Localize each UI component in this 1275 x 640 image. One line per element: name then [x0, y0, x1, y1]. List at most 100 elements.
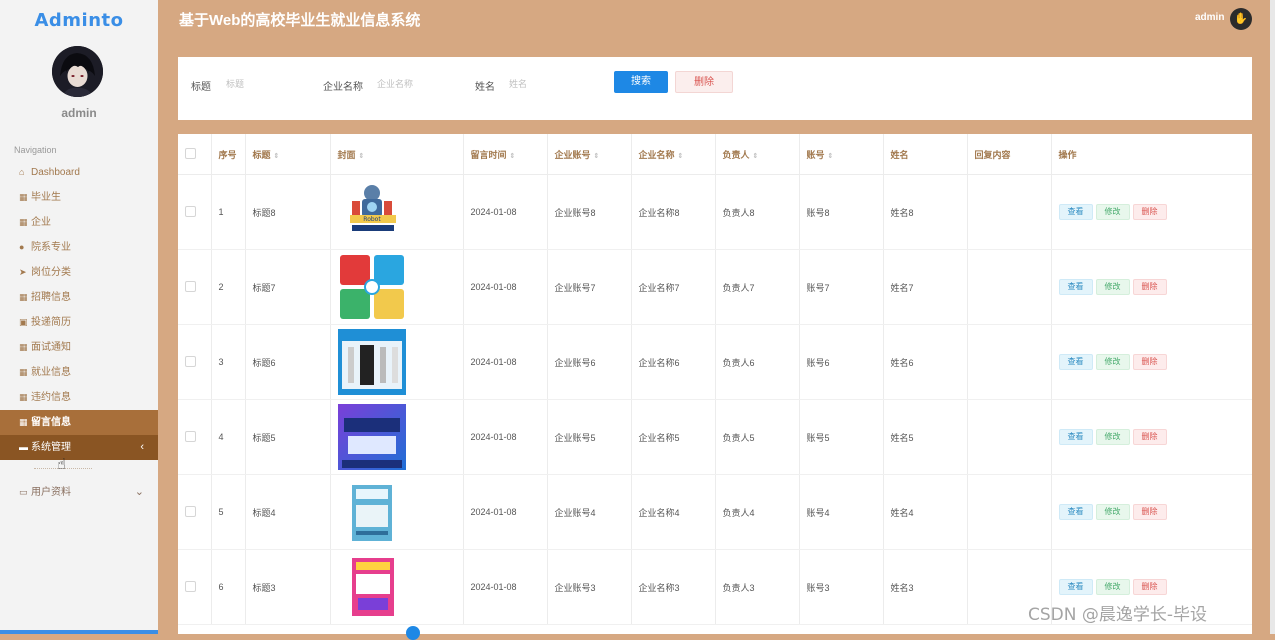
row-select-cell[interactable] [178, 549, 212, 625]
cell-name: 姓名7 [883, 249, 968, 325]
sidebar-item-resumes[interactable]: ▣ 投递简历 [0, 310, 158, 335]
row-select-cell[interactable] [178, 474, 212, 550]
row-checkbox[interactable] [185, 430, 196, 442]
col-header-label: 账号 [806, 149, 825, 160]
delete-button[interactable]: 删除 [1132, 429, 1167, 445]
watermark: CSDN @晨逸学长-毕设 [1028, 605, 1208, 625]
view-button[interactable]: 查看 [1058, 354, 1093, 370]
cover-image[interactable] [337, 554, 463, 620]
cell-title: 标题5 [245, 399, 331, 475]
delete-button[interactable]: 删除 [1132, 354, 1167, 370]
sidebar-item-job-categories[interactable]: ➤ 岗位分类 [0, 260, 158, 285]
col-header: 操作 [1051, 134, 1252, 175]
row-select-cell[interactable] [178, 249, 212, 325]
view-button[interactable]: 查看 [1058, 579, 1093, 595]
cell-manager: 负责人4 [715, 474, 800, 550]
title-input[interactable] [226, 76, 306, 92]
row-select-cell[interactable] [178, 324, 212, 400]
cell-cover[interactable] [330, 549, 464, 625]
cell-no: 3 [211, 324, 246, 400]
sidebar-item-label: 用户资料 [31, 487, 71, 498]
cover-image[interactable] [337, 254, 463, 320]
sidebar-item-departments[interactable]: ● 院系专业 [0, 235, 158, 260]
sidebar-item-graduates[interactable]: ▦ 毕业生 [0, 185, 158, 210]
view-button[interactable]: 查看 [1058, 429, 1093, 445]
col-header-sortable[interactable]: 账号 ⇕ [799, 134, 884, 175]
sidebar-item-profile[interactable]: ▭ 用户资料 ⌄ [0, 480, 158, 505]
pin-icon: ● [19, 242, 25, 252]
view-button[interactable]: 查看 [1058, 504, 1093, 520]
select-all-checkbox[interactable] [185, 147, 196, 159]
col-header-sortable[interactable]: 负责人 ⇕ [715, 134, 800, 175]
search-button[interactable]: 搜索 [614, 71, 668, 93]
cell-reply [967, 399, 1052, 475]
cell-cover[interactable] [330, 399, 464, 475]
header-avatar[interactable]: ✋ [1230, 8, 1252, 30]
cell-cover[interactable]: Robot [330, 174, 464, 250]
edit-button[interactable]: 修改 [1095, 579, 1130, 595]
sidebar-item-interviews[interactable]: ▦ 面试通知 [0, 335, 158, 360]
cover-image[interactable]: Robot [337, 179, 463, 245]
sidebar-item-recruitment[interactable]: ▦ 招聘信息 [0, 285, 158, 310]
edit-button[interactable]: 修改 [1095, 279, 1130, 295]
cell-actions: 查看 修改 删除 [1051, 174, 1252, 250]
edit-button[interactable]: 修改 [1095, 354, 1130, 370]
cell-reply [967, 474, 1052, 550]
cell-no: 2 [211, 249, 246, 325]
company-input[interactable] [377, 76, 457, 92]
cell-time: 2024-01-08 [463, 549, 548, 625]
batch-delete-button[interactable]: 删除 [675, 71, 733, 93]
row-checkbox[interactable] [185, 505, 196, 517]
cover-image[interactable] [337, 329, 463, 395]
sidebar-item-system[interactable]: ▬ 系统管理 ‹ [0, 435, 158, 460]
cell-company: 企业名称3 [631, 549, 716, 625]
select-all-cell[interactable] [178, 134, 212, 175]
edit-button[interactable]: 修改 [1095, 504, 1130, 520]
cover-image[interactable] [337, 479, 463, 545]
scroll-handle[interactable] [406, 626, 420, 640]
page-scrollbar[interactable] [1270, 0, 1275, 634]
edit-button[interactable]: 修改 [1095, 429, 1130, 445]
cell-cover[interactable] [330, 324, 464, 400]
edit-button[interactable]: 修改 [1095, 204, 1130, 220]
col-header-sortable[interactable]: 标题 ⇕ [245, 134, 331, 175]
row-checkbox[interactable] [185, 280, 196, 292]
card-icon: ▭ [19, 487, 28, 497]
page-title: 基于Web的高校毕业生就业信息系统 [179, 12, 421, 29]
name-input[interactable] [509, 76, 589, 92]
sort-icon: ⇕ [273, 152, 280, 160]
sidebar-item-companies[interactable]: ▦ 企业 [0, 210, 158, 235]
sidebar-item-employment[interactable]: ▦ 就业信息 [0, 360, 158, 385]
avatar[interactable] [52, 46, 103, 97]
view-button[interactable]: 查看 [1058, 204, 1093, 220]
sidebar-scrollbar[interactable] [0, 630, 158, 634]
cell-title: 标题6 [245, 324, 331, 400]
header-username[interactable]: admin [1195, 12, 1224, 23]
view-button[interactable]: 查看 [1058, 279, 1093, 295]
col-header-sortable[interactable]: 留言时间 ⇕ [463, 134, 548, 175]
row-checkbox[interactable] [185, 580, 196, 592]
delete-button[interactable]: 删除 [1132, 204, 1167, 220]
row-checkbox[interactable] [185, 205, 196, 217]
row-select-cell[interactable] [178, 399, 212, 475]
chevron-down-icon: ⌄ [134, 486, 144, 498]
delete-button[interactable]: 删除 [1132, 504, 1167, 520]
sidebar: Adminto admin Navigation ⌂ Dashboard ▦ 毕业生… [0, 0, 158, 634]
sort-icon: ⇕ [827, 152, 834, 160]
nav-section-title: Navigation [14, 145, 57, 155]
col-header-sortable[interactable]: 企业账号 ⇕ [547, 134, 632, 175]
cell-cover[interactable] [330, 249, 464, 325]
sidebar-item-messages[interactable]: ▦ 留言信息 [0, 410, 158, 435]
delete-button[interactable]: 删除 [1132, 579, 1167, 595]
app-logo[interactable]: Adminto [0, 10, 158, 31]
sort-icon: ⇕ [509, 152, 516, 160]
delete-button[interactable]: 删除 [1132, 279, 1167, 295]
cell-cover[interactable] [330, 474, 464, 550]
row-checkbox[interactable] [185, 355, 196, 367]
col-header-sortable[interactable]: 企业名称 ⇕ [631, 134, 716, 175]
col-header-sortable[interactable]: 封面 ⇕ [330, 134, 464, 175]
sidebar-item-dashboard[interactable]: ⌂ Dashboard [0, 160, 158, 185]
sidebar-item-breach[interactable]: ▦ 违约信息 [0, 385, 158, 410]
cover-image[interactable] [337, 404, 463, 470]
row-select-cell[interactable] [178, 174, 212, 250]
